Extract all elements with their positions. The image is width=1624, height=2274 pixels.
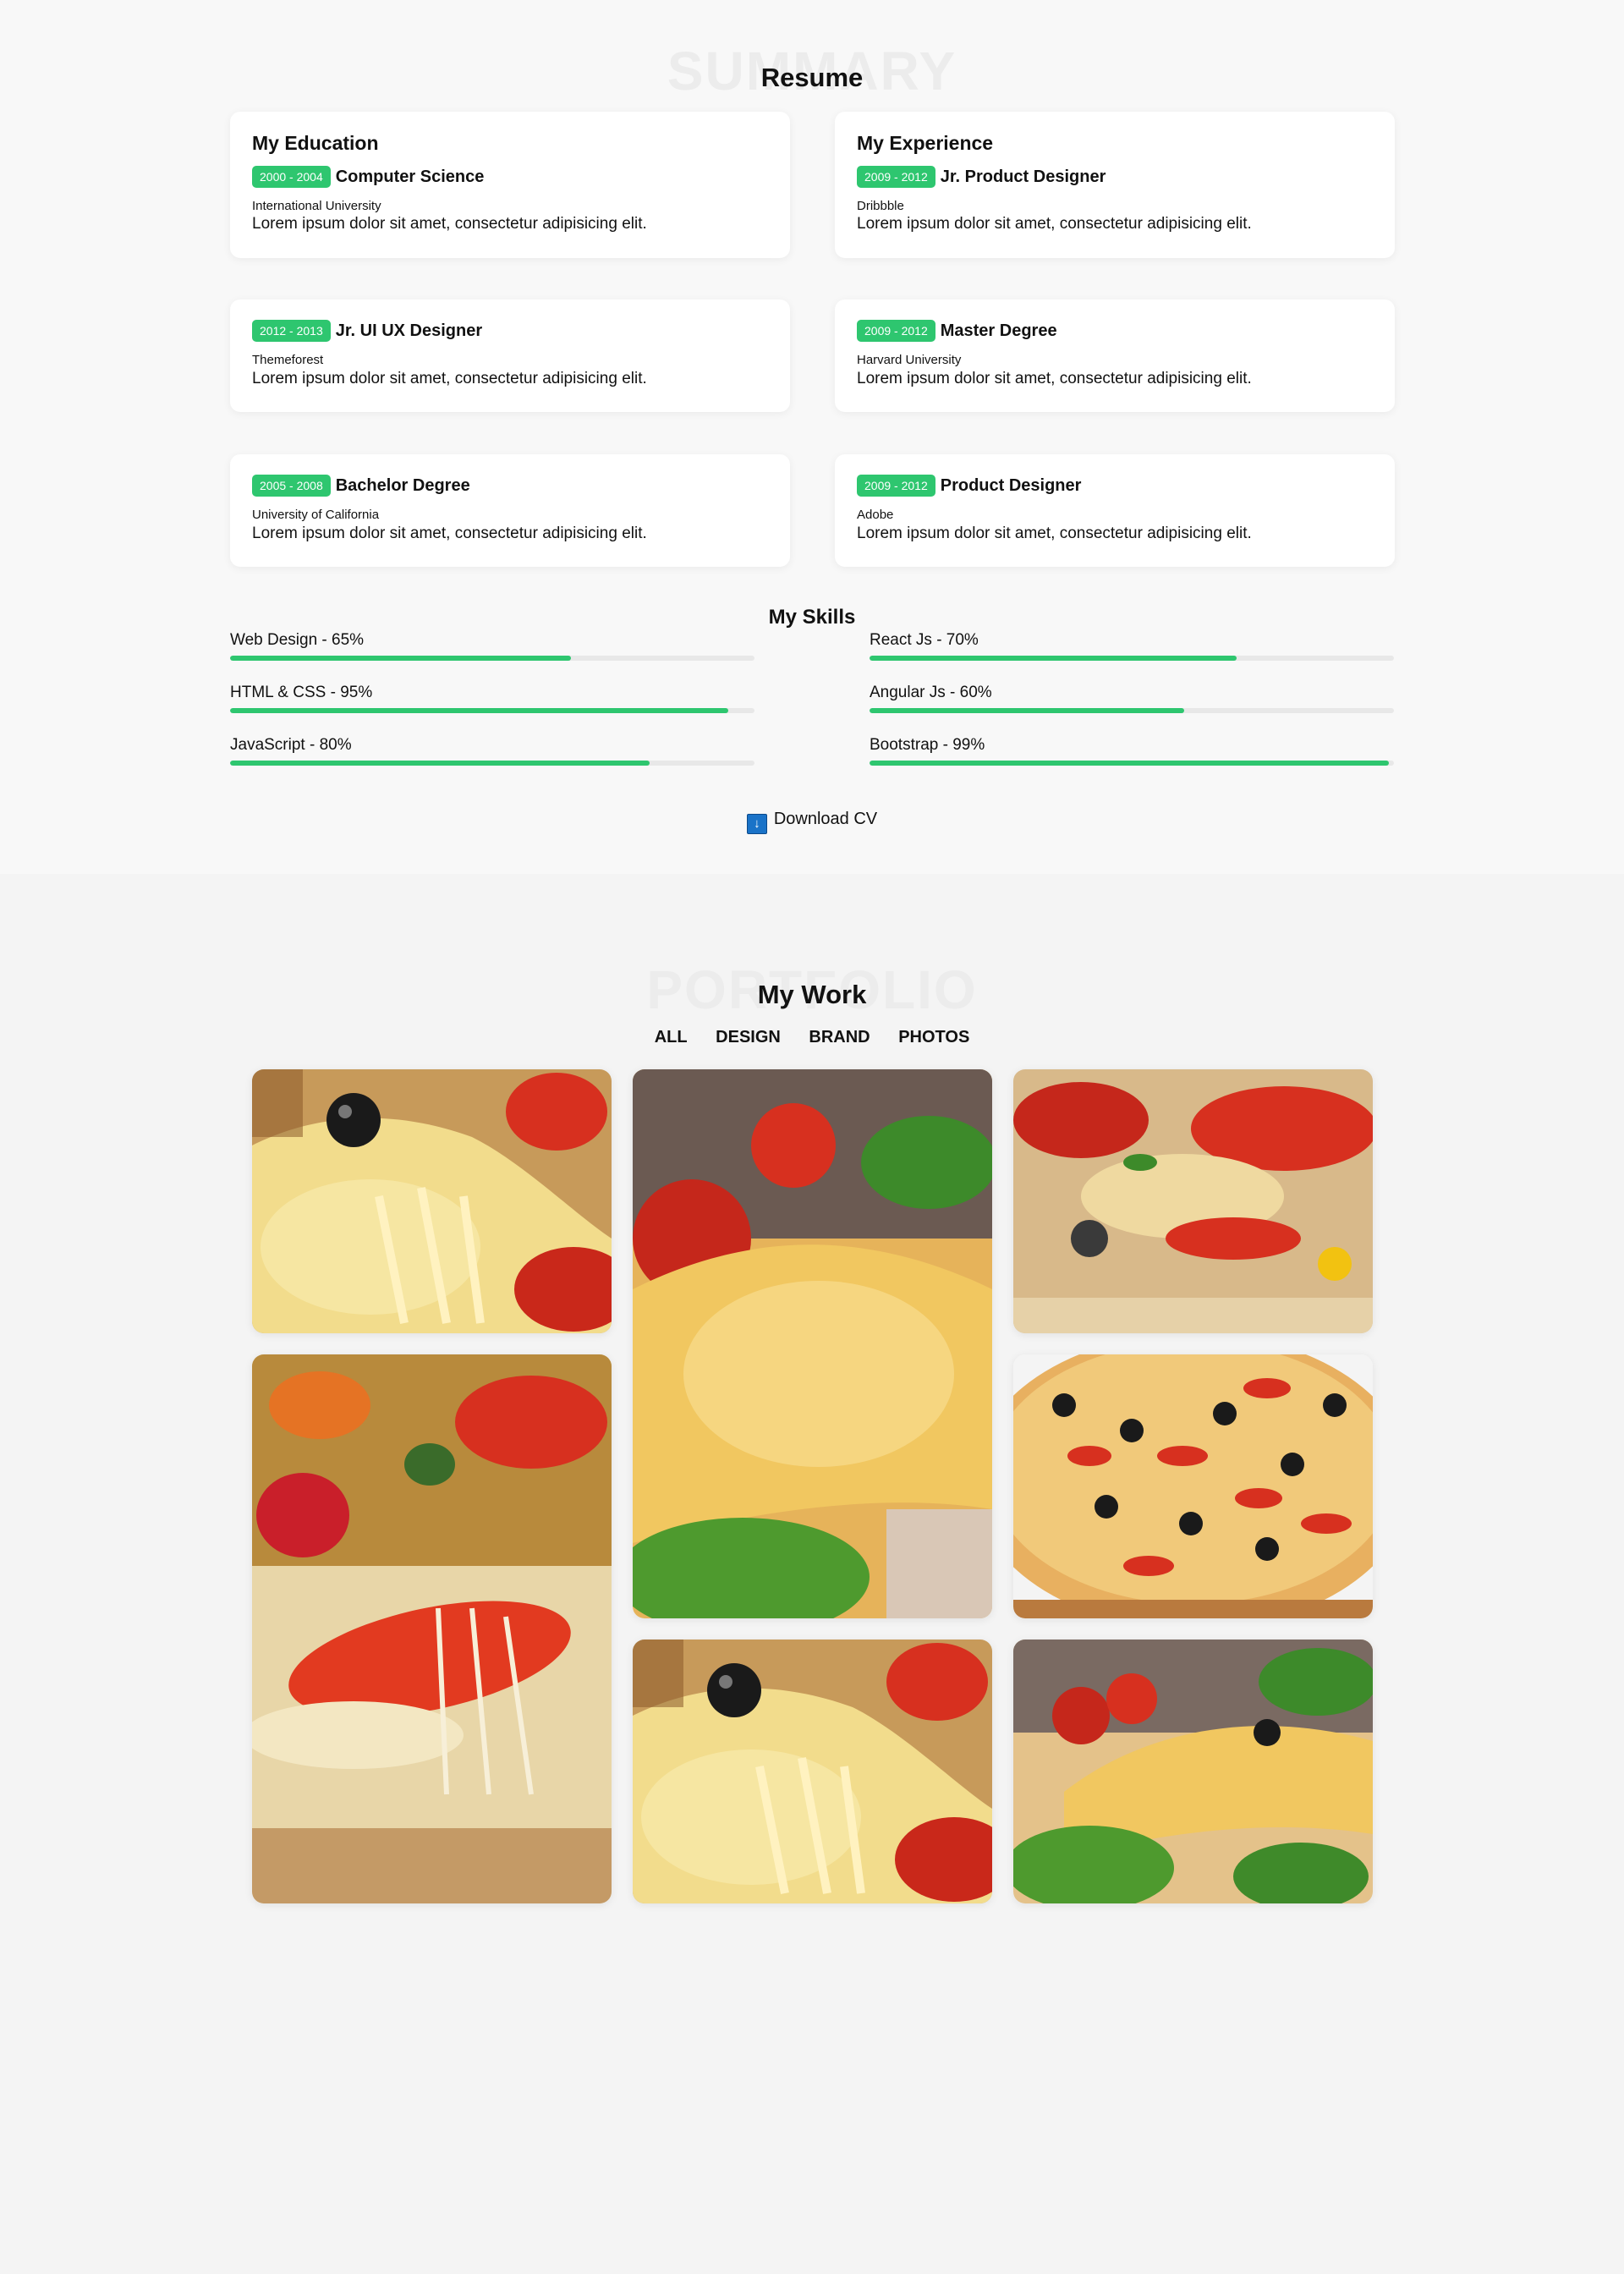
skill-label: Web Design - 65%: [230, 631, 365, 649]
entry-title: Master Degree: [940, 321, 1057, 340]
section-title: My Work: [757, 980, 867, 1009]
entry-title: Jr. UI UX Designer: [335, 321, 483, 340]
skill-label: React Js - 70%: [870, 631, 979, 649]
skill-progress-track: [870, 761, 1394, 766]
entry-description: Lorem ipsum dolor sit amet, consectetur …: [252, 215, 647, 233]
skill-label: HTML & CSS - 95%: [230, 684, 373, 701]
portfolio-image-pizza-whole-olives[interactable]: [1013, 1354, 1373, 1618]
portfolio-image-pizza-closeup-basil[interactable]: [633, 1069, 992, 1618]
pizza-image: [1013, 1354, 1373, 1618]
filter-all[interactable]: ALL: [655, 1028, 688, 1047]
portfolio-image-pizza-slice-olive[interactable]: [633, 1640, 992, 1903]
pizza-image: [1013, 1069, 1373, 1333]
entry-description: Lorem ipsum dolor sit amet, consectetur …: [252, 369, 647, 387]
experience-card: 2009 - 2012 Master Degree Harvard Univer…: [835, 299, 1395, 412]
section-title: Resume: [760, 63, 864, 92]
experience-card: My Experience 2009 - 2012 Jr. Product De…: [835, 112, 1395, 258]
skill-progress-fill: [870, 656, 1237, 661]
skill-progress-fill: [230, 761, 650, 766]
entry-description: Lorem ipsum dolor sit amet, consectetur …: [857, 524, 1252, 542]
experience-card: 2009 - 2012 Product Designer Adobe Lorem…: [835, 454, 1395, 567]
year-badge: 2000 - 2004: [252, 165, 331, 188]
education-card: 2005 - 2008 Bachelor Degree University o…: [230, 454, 790, 567]
skill-progress-fill: [230, 708, 728, 713]
skill-item: Angular Js - 60%: [870, 684, 1394, 713]
entry-description: Lorem ipsum dolor sit amet, consectetur …: [252, 524, 647, 542]
skill-progress-fill: [870, 761, 1389, 766]
filter-design[interactable]: DESIGN: [716, 1028, 781, 1047]
year-badge: 2005 - 2008: [252, 475, 331, 497]
download-icon: ↓: [746, 814, 767, 834]
portfolio-image-pizza-cheese-stretch[interactable]: [252, 1354, 612, 1903]
pizza-image: [1013, 1640, 1373, 1903]
pizza-image: [252, 1354, 612, 1903]
download-cv-label: Download CV: [773, 810, 878, 828]
experience-heading: My Experience: [857, 132, 994, 154]
skill-progress-track: [870, 708, 1394, 713]
skill-item: JavaScript - 80%: [230, 737, 754, 766]
pizza-image: [252, 1069, 612, 1333]
skill-item: Bootstrap - 99%: [870, 737, 1394, 766]
download-cv-button[interactable]: ↓ Download CV: [0, 810, 1624, 834]
skill-progress-track: [230, 656, 754, 661]
year-badge: 2009 - 2012: [857, 475, 935, 497]
skill-progress-fill: [230, 656, 571, 661]
entry-organization: University of California: [252, 508, 380, 522]
entry-title: Computer Science: [335, 167, 485, 186]
skill-item: HTML & CSS - 95%: [230, 684, 754, 713]
skill-label: Bootstrap - 99%: [870, 736, 985, 754]
skill-item: Web Design - 65%: [230, 632, 754, 661]
entry-organization: Adobe: [857, 508, 894, 522]
skill-progress-fill: [870, 708, 1184, 713]
education-heading: My Education: [252, 132, 379, 154]
year-badge: 2012 - 2013: [252, 320, 331, 342]
portfolio-filters: ALL DESIGN BRAND PHOTOS: [0, 1028, 1624, 1047]
entry-description: Lorem ipsum dolor sit amet, consectetur …: [857, 369, 1252, 387]
filter-photos[interactable]: PHOTOS: [898, 1028, 969, 1047]
portfolio-image-pizza-tomato-basil[interactable]: [1013, 1640, 1373, 1903]
entry-organization: Dribbble: [857, 198, 904, 213]
skill-progress-track: [230, 708, 754, 713]
portfolio-image-pizza-slice-olive[interactable]: [252, 1069, 612, 1333]
portfolio-image-pizza-slice-vegetables[interactable]: [1013, 1069, 1373, 1333]
filter-brand[interactable]: BRAND: [809, 1028, 870, 1047]
skill-label: JavaScript - 80%: [230, 736, 352, 754]
entry-title: Product Designer: [940, 476, 1082, 495]
education-card: 2012 - 2013 Jr. UI UX Designer Themefore…: [230, 299, 790, 412]
skill-progress-track: [230, 761, 754, 766]
year-badge: 2009 - 2012: [857, 165, 935, 188]
entry-title: Bachelor Degree: [335, 476, 470, 495]
entry-organization: Themeforest: [252, 353, 324, 367]
pizza-image: [633, 1640, 992, 1903]
entry-description: Lorem ipsum dolor sit amet, consectetur …: [857, 215, 1252, 233]
year-badge: 2009 - 2012: [857, 320, 935, 342]
pizza-image: [633, 1069, 992, 1618]
skill-item: React Js - 70%: [870, 632, 1394, 661]
entry-organization: Harvard University: [857, 353, 962, 367]
education-card: My Education 2000 - 2004 Computer Scienc…: [230, 112, 790, 258]
skill-label: Angular Js - 60%: [870, 684, 992, 701]
entry-organization: International University: [252, 198, 381, 213]
skill-progress-track: [870, 656, 1394, 661]
entry-title: Jr. Product Designer: [940, 167, 1106, 186]
skills-title: My Skills: [768, 606, 856, 629]
resume-section: SUMMARY Resume My Education 2000 - 2004 …: [0, 0, 1624, 874]
